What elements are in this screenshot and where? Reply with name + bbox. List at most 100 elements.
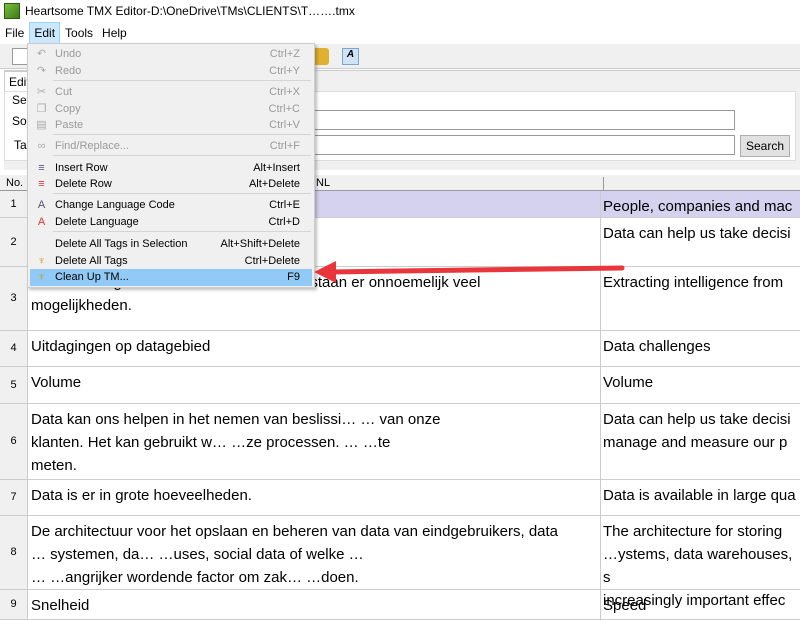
- menu-item-label: Delete Language: [55, 216, 139, 228]
- table-row[interactable]: 7 Data is er in grote hoeveelheden. Data…: [0, 480, 800, 516]
- delete-row-icon: ≡: [38, 178, 45, 190]
- undo-icon: ↶: [36, 48, 47, 60]
- broom-icon: ♆: [37, 255, 46, 267]
- target-cell[interactable]: Data can help us take decisi: [603, 222, 800, 245]
- column-header-source[interactable]: NL: [316, 177, 330, 189]
- table-row[interactable]: 4 Uitdagingen op datagebied Data challen…: [0, 331, 800, 367]
- row-number: 8: [0, 516, 28, 589]
- menu-item-shortcut: Alt+Delete: [248, 178, 300, 190]
- menu-item-shortcut: Ctrl+E: [269, 199, 300, 211]
- menu-separator: [53, 193, 311, 194]
- edit-menu-dropdown: ↶ Undo Ctrl+Z ↷ Redo Ctrl+Y ✂ Cut Ctrl+X ❐ Copy…: [27, 43, 315, 288]
- menu-bar: File Edit Tools Help: [0, 22, 800, 44]
- table-row[interactable]: 6 Data kan ons helpen in het nemen van b…: [0, 404, 800, 480]
- menu-item-delete-language[interactable]: A Delete Language Ctrl+D: [30, 214, 312, 231]
- menu-item-label: Delete Row: [55, 178, 112, 190]
- redo-icon: ↷: [36, 65, 47, 77]
- row-number: 5: [0, 367, 28, 403]
- menu-item-cut[interactable]: ✂ Cut Ctrl+X: [30, 84, 312, 101]
- target-cell[interactable]: Extracting intelligence from: [603, 271, 800, 294]
- source-cell[interactable]: Volume: [31, 371, 599, 394]
- menu-item-label: Delete All Tags in Selection: [55, 238, 188, 250]
- row-number: 2: [0, 218, 28, 266]
- menu-item-shortcut: Ctrl+Delete: [244, 255, 300, 267]
- menu-item-shortcut: Ctrl+F: [269, 140, 300, 152]
- source-cell[interactable]: Data is er in grote hoeveelheden.: [31, 484, 599, 507]
- menu-help[interactable]: Help: [98, 23, 131, 43]
- menu-item-paste[interactable]: ▤ Paste Ctrl+V: [30, 117, 312, 134]
- menu-item-label: Copy: [55, 103, 81, 115]
- target-cell[interactable]: Data challenges: [603, 335, 800, 358]
- menu-separator: [53, 231, 311, 232]
- menu-item-clean-up-tm[interactable]: ♆ Clean Up TM... F9: [30, 269, 312, 286]
- menu-item-find-replace[interactable]: ∞ Find/Replace... Ctrl+F: [30, 138, 312, 155]
- target-cell[interactable]: Speed: [603, 594, 800, 617]
- menu-item-label: Undo: [55, 48, 82, 60]
- column-header-target[interactable]: [603, 177, 604, 191]
- broom-icon: ♆: [37, 271, 46, 283]
- menu-edit[interactable]: Edit: [29, 22, 61, 44]
- menu-item-label: Redo: [55, 65, 82, 77]
- table-row[interactable]: 9 Snelheid Speed: [0, 590, 800, 620]
- column-divider: [600, 516, 601, 589]
- target-cell[interactable]: People, companies and mac: [603, 195, 800, 218]
- window-title: Heartsome TMX Editor-D:\OneDrive\TMs\CLI…: [25, 4, 355, 18]
- menu-item-delete-row[interactable]: ≡ Delete Row Alt+Delete: [30, 176, 312, 193]
- menu-item-shortcut: Alt+Shift+Delete: [220, 238, 301, 250]
- copy-icon: ❐: [36, 103, 47, 115]
- column-divider: [600, 590, 601, 619]
- menu-item-shortcut: Ctrl+V: [269, 119, 300, 131]
- table-row[interactable]: 5 Volume Volume: [0, 367, 800, 404]
- menu-item-shortcut: Ctrl+C: [268, 103, 300, 115]
- target-cell[interactable]: Data is available in large qua: [603, 484, 800, 507]
- scissors-icon: ✂: [36, 86, 47, 98]
- row-number: 4: [0, 331, 28, 366]
- menu-item-label: Find/Replace...: [55, 140, 129, 152]
- row-number: 7: [0, 480, 28, 515]
- column-header-no[interactable]: No.: [6, 177, 23, 189]
- column-divider: [600, 404, 601, 479]
- menu-item-label: Insert Row: [55, 162, 108, 174]
- target-label: Ta: [14, 138, 27, 152]
- column-divider: [600, 367, 601, 403]
- menu-item-shortcut: Ctrl+Y: [269, 65, 300, 77]
- menu-item-label: Cut: [55, 86, 73, 98]
- column-divider: [600, 331, 601, 366]
- insert-row-icon: ≡: [38, 162, 45, 174]
- delete-language-icon: A: [37, 216, 46, 228]
- source-cell[interactable]: Data kan ons helpen in het nemen van bes…: [31, 408, 599, 477]
- menu-item-undo[interactable]: ↶ Undo Ctrl+Z: [30, 46, 312, 63]
- menu-item-delete-all-tags[interactable]: ♆ Delete All Tags Ctrl+Delete: [30, 253, 312, 270]
- language-icon: A: [37, 199, 46, 211]
- menu-item-change-language-code[interactable]: A Change Language Code Ctrl+E: [30, 197, 312, 214]
- menu-item-copy[interactable]: ❐ Copy Ctrl+C: [30, 101, 312, 118]
- menu-item-shortcut: Ctrl+D: [268, 216, 300, 228]
- menu-item-redo[interactable]: ↷ Redo Ctrl+Y: [30, 63, 312, 80]
- search-button[interactable]: Search: [740, 135, 790, 157]
- source-cell[interactable]: De architectuur voor het opslaan en behe…: [31, 520, 599, 589]
- menu-tools[interactable]: Tools: [61, 23, 97, 43]
- source-cell[interactable]: Snelheid: [31, 594, 599, 617]
- target-cell[interactable]: Data can help us take decisi manage and …: [603, 408, 800, 454]
- menu-separator: [53, 80, 311, 81]
- language-icon[interactable]: A: [342, 48, 359, 65]
- title-bar: Heartsome TMX Editor-D:\OneDrive\TMs\CLI…: [0, 0, 800, 22]
- menu-item-shortcut: Ctrl+X: [269, 86, 300, 98]
- column-divider: [600, 480, 601, 515]
- target-cell[interactable]: Volume: [603, 371, 800, 394]
- menu-item-delete-all-tags-in-selection[interactable]: Delete All Tags in Selection Alt+Shift+D…: [30, 236, 312, 253]
- source-cell[interactable]: Uitdagingen op datagebied: [31, 335, 599, 358]
- paste-icon: ▤: [36, 119, 47, 131]
- menu-item-label: Clean Up TM...: [55, 271, 129, 283]
- menu-item-shortcut: F9: [287, 271, 300, 283]
- menu-item-shortcut: Ctrl+Z: [269, 48, 300, 60]
- menu-file[interactable]: File: [1, 23, 28, 43]
- menu-separator: [53, 134, 311, 135]
- menu-item-label: Change Language Code: [55, 199, 175, 211]
- menu-item-shortcut: Alt+Insert: [253, 162, 300, 174]
- app-logo-icon: [4, 3, 20, 19]
- table-row[interactable]: 8 De architectuur voor het opslaan en be…: [0, 516, 800, 609]
- menu-item-insert-row[interactable]: ≡ Insert Row Alt+Insert: [30, 160, 312, 177]
- binoculars-icon: ∞: [37, 140, 46, 152]
- annotation-arrow: [314, 261, 625, 283]
